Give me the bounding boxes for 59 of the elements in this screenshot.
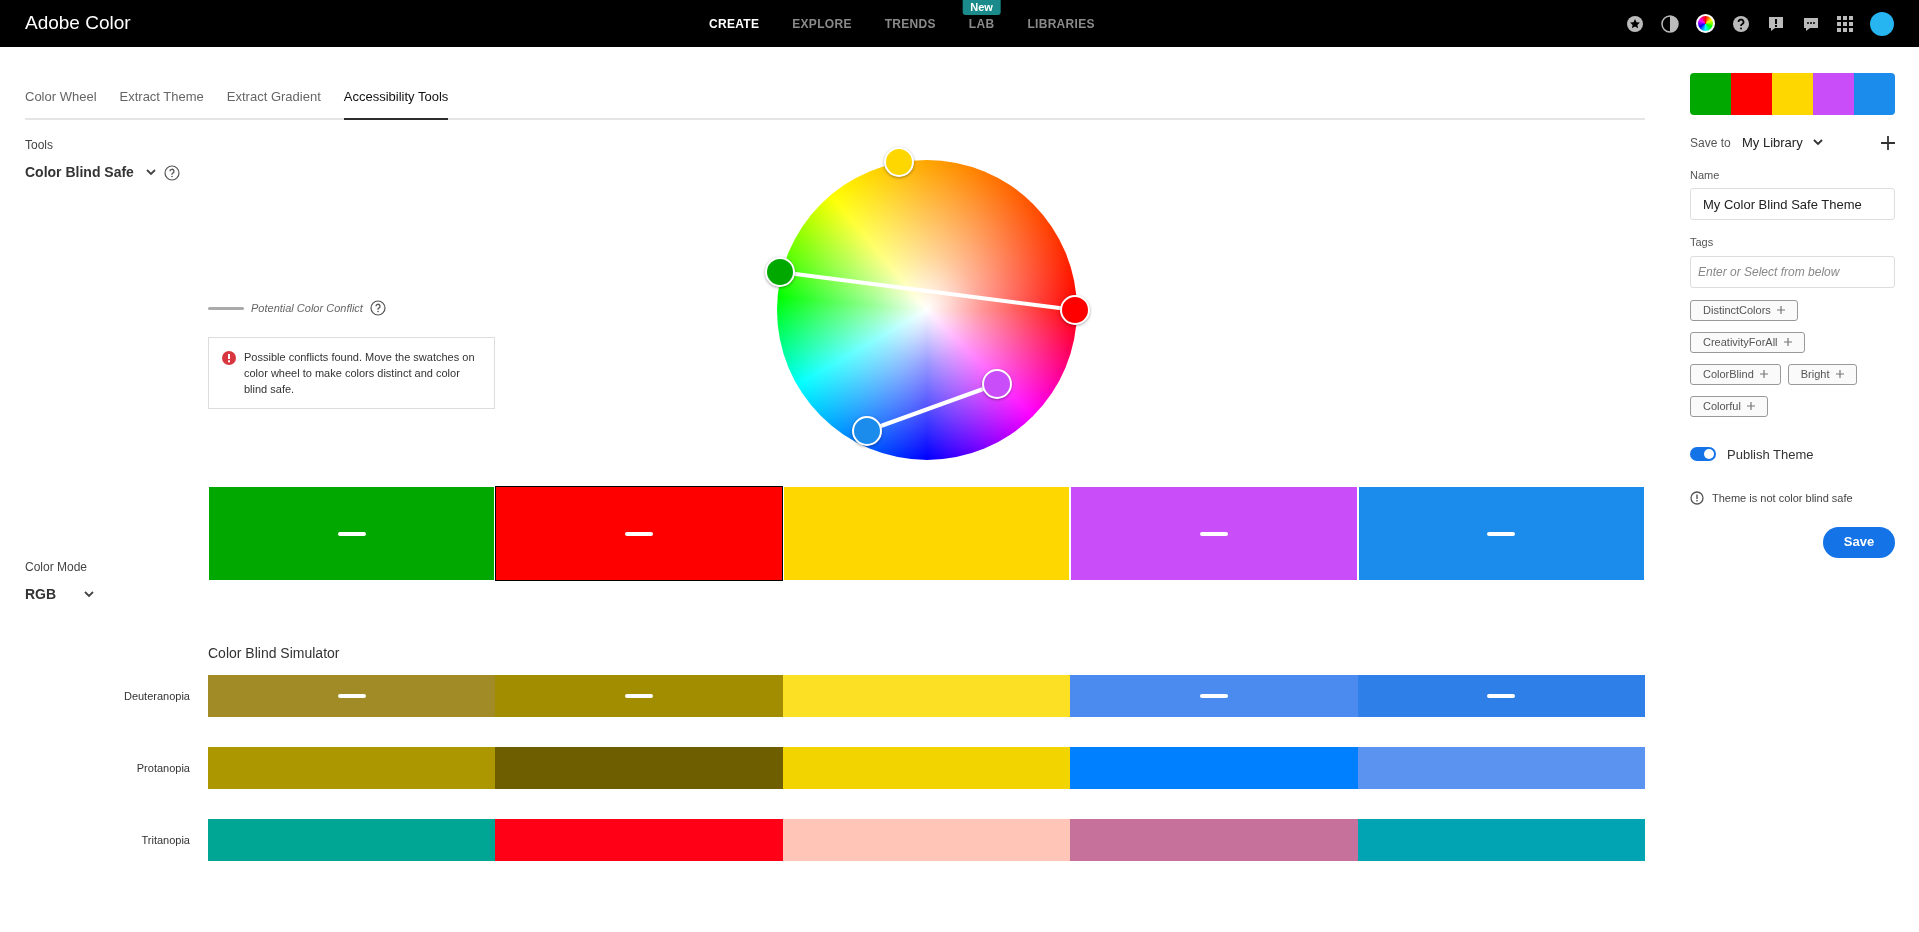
- chevron-down-icon: [1812, 139, 1823, 147]
- nav-link[interactable]: CREATE: [709, 14, 760, 33]
- tag-chip[interactable]: DistinctColors: [1690, 299, 1798, 321]
- tag-chip[interactable]: Colorful: [1690, 395, 1768, 417]
- error-icon: [222, 350, 236, 365]
- apps-grid-icon[interactable]: [1837, 15, 1853, 32]
- tab[interactable]: Extract Gradient: [226, 86, 321, 120]
- plus-icon: [1776, 306, 1785, 314]
- feedback-icon[interactable]: [1767, 14, 1785, 33]
- tab[interactable]: Accessibility Tools: [343, 86, 449, 120]
- legend-label: Potential Color Conflict: [251, 301, 363, 316]
- color-mode-dropdown[interactable]: RGB: [25, 584, 95, 605]
- color-handle[interactable]: [883, 147, 914, 177]
- tab[interactable]: Color Wheel: [25, 86, 97, 120]
- plus-icon: [1759, 370, 1768, 378]
- nav-link[interactable]: EXPLORE: [792, 14, 852, 33]
- chevron-down-icon: [145, 169, 156, 176]
- simulation-label: Protanopia: [135, 760, 191, 776]
- new-badge: New: [962, 0, 1001, 15]
- name-label: Name: [1690, 167, 1721, 183]
- avatar-icon[interactable]: [1870, 11, 1894, 36]
- tag-chip[interactable]: CreativityForAll: [1690, 331, 1805, 353]
- library-dropdown[interactable]: My Library: [1742, 133, 1823, 153]
- tag-chip[interactable]: Bright: [1787, 363, 1857, 385]
- nav-link[interactable]: LAB: [968, 14, 995, 33]
- tab[interactable]: Extract Theme: [119, 86, 204, 120]
- color-wheel-icon[interactable]: [1696, 14, 1715, 33]
- nav-link[interactable]: LIBRARIES: [1027, 14, 1095, 33]
- tool-dropdown[interactable]: Color Blind Safe: [25, 162, 156, 183]
- help-icon[interactable]: [163, 164, 180, 181]
- info-icon: [1690, 491, 1704, 506]
- color-mode-label: Color Mode: [25, 559, 89, 576]
- simulation-label: Tritanopia: [140, 832, 191, 848]
- save-button[interactable]: Save: [1823, 526, 1895, 558]
- conflict-line-sample: [208, 306, 244, 310]
- publish-label: Publish Theme: [1727, 445, 1814, 464]
- app-title: Adobe Color: [25, 11, 132, 36]
- help-icon[interactable]: [369, 300, 386, 317]
- warning-text: Theme is not color blind safe: [1712, 491, 1853, 506]
- add-icon[interactable]: [1881, 135, 1895, 150]
- plus-icon: [1835, 370, 1844, 378]
- publish-toggle[interactable]: [1690, 447, 1716, 462]
- save-to-label: Save to: [1690, 134, 1732, 152]
- chevron-down-icon: [84, 591, 95, 598]
- plus-icon: [1746, 402, 1755, 410]
- color-handle[interactable]: [764, 257, 795, 287]
- simulation-label: Deuteranopia: [122, 688, 191, 704]
- tools-label: Tools: [25, 137, 54, 154]
- name-field[interactable]: My Color Blind Safe Theme: [1690, 188, 1895, 220]
- tags-label: Tags: [1690, 235, 1715, 250]
- tag-chip[interactable]: ColorBlind: [1690, 363, 1781, 385]
- tags-field[interactable]: Enter or Select from below: [1690, 255, 1895, 288]
- color-swatch[interactable]: [495, 486, 783, 581]
- alert-text: Possible conflicts found. Move the swatches on color wheel to make colors distinct and color blind safe.: [244, 349, 476, 397]
- help-icon[interactable]: [1732, 14, 1750, 33]
- simulator-title: Color Blind Simulator: [208, 644, 341, 663]
- contrast-icon[interactable]: [1661, 14, 1679, 33]
- plus-icon: [1783, 338, 1792, 346]
- nav-link[interactable]: TRENDS: [884, 14, 936, 33]
